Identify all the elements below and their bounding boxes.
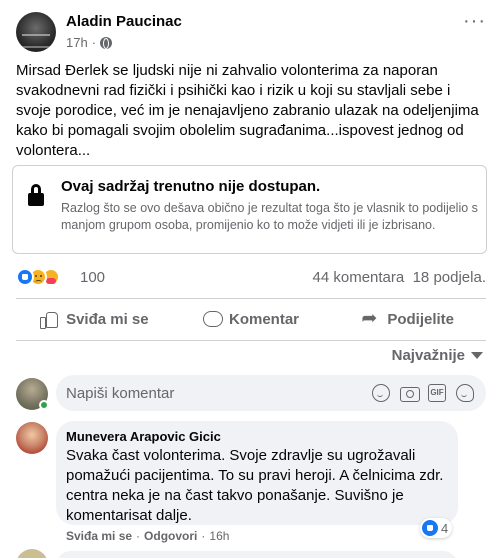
like-button-label: Sviđa mi se <box>66 310 149 328</box>
like-reaction-icon[interactable] <box>16 268 34 286</box>
comment-reply-link[interactable]: Odgovori <box>144 529 197 543</box>
caret-down-icon <box>471 352 483 359</box>
post-stats: 100 44 komentara 18 podjela. <box>16 268 486 288</box>
post-author-name[interactable]: Aladin Paucinac <box>66 13 182 30</box>
meta-separator: · <box>91 35 97 50</box>
unavailable-content-card: Ovaj sadržaj trenutno nije dostupan. Raz… <box>12 165 487 254</box>
post-actions-bar: Sviđa mi se Komentar Podijelite <box>16 300 486 338</box>
thumbs-up-icon <box>40 310 59 329</box>
share-button[interactable]: Podijelite <box>329 300 486 338</box>
gif-icon[interactable]: GIF <box>428 384 446 402</box>
share-button-label: Podijelite <box>387 310 455 328</box>
post-text: Mirsad Đerlek se ljudski nije ni zahvali… <box>16 62 479 159</box>
comment-reaction-count: 4 <box>441 520 449 536</box>
comment-sort-dropdown[interactable]: Najvažnije <box>392 347 483 364</box>
online-status-dot <box>39 400 49 410</box>
comment-count[interactable]: 44 komentara <box>313 269 405 286</box>
like-button[interactable]: Sviđa mi se <box>16 300 173 338</box>
comment-button-label: Komentar <box>229 310 300 328</box>
comment-composer[interactable]: GIF <box>56 375 486 411</box>
comment-time[interactable]: 16h <box>209 529 229 543</box>
comment-bubble: Munevera Arapovic Gicic Svaka čast volon… <box>56 421 458 525</box>
camera-icon[interactable] <box>400 384 420 402</box>
sticker-icon[interactable] <box>456 384 474 402</box>
comment-share-counts: 44 komentara 18 podjela. <box>313 269 486 286</box>
divider <box>16 340 486 341</box>
globe-icon <box>100 36 113 49</box>
share-icon <box>361 307 379 330</box>
comment-text: Svaka čast volonterima. Svoje zdravlje s… <box>66 447 444 524</box>
emoji-icon[interactable] <box>372 384 390 402</box>
author-avatar[interactable] <box>16 12 56 52</box>
next-comment-bubble <box>56 551 458 558</box>
comment-actions-separator: · <box>201 529 206 543</box>
next-commenter-avatar[interactable] <box>16 549 48 558</box>
unavailable-title: Ovaj sadržaj trenutno nije dostupan. <box>61 178 321 195</box>
post-time[interactable]: 17h <box>66 35 88 50</box>
comment-actions-separator: · <box>136 529 141 543</box>
sort-label: Najvažnije <box>391 347 465 364</box>
reaction-count[interactable]: 100 <box>80 269 105 286</box>
unavailable-description: Razlog što se ovo dešava obično je rezul… <box>61 201 478 232</box>
comment-author[interactable]: Munevera Arapovic Gicic <box>66 429 221 444</box>
comment-button[interactable]: Komentar <box>173 300 330 338</box>
comment-reaction-badge[interactable]: 4 <box>420 518 453 538</box>
comment-actions: Sviđa mi se · Odgovori · 16h <box>66 529 229 543</box>
lock-icon <box>27 184 45 206</box>
comment-input[interactable] <box>66 375 356 411</box>
comment-like-link[interactable]: Sviđa mi se <box>66 529 132 543</box>
commenter-avatar[interactable] <box>16 422 48 454</box>
like-reaction-icon <box>422 520 438 536</box>
post-meta: 17h · <box>66 35 113 50</box>
more-options-icon[interactable]: ··· <box>463 11 486 31</box>
composer-icons: GIF <box>372 384 474 402</box>
post-header: Aladin Paucinac 17h · ··· <box>16 10 486 54</box>
comment-icon <box>203 310 223 328</box>
divider <box>16 298 486 299</box>
share-count[interactable]: 18 podjela. <box>413 269 486 286</box>
